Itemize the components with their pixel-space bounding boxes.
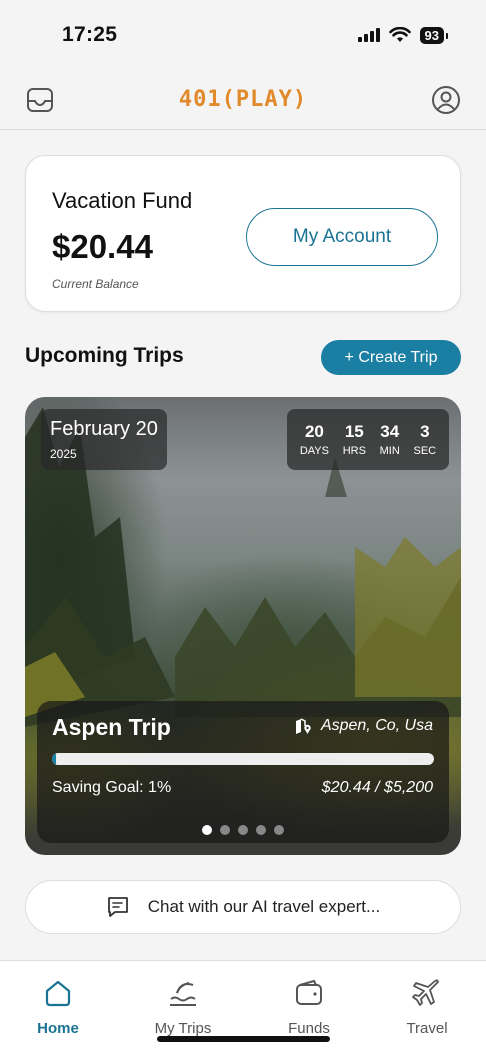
upcoming-trips-title: Upcoming Trips bbox=[25, 344, 184, 367]
tab-label: Home bbox=[37, 1020, 79, 1037]
tab-my-trips[interactable]: My Trips bbox=[133, 977, 233, 1037]
pagination-dot[interactable] bbox=[220, 825, 230, 835]
status-icons: 93 bbox=[357, 26, 449, 44]
airplane-icon bbox=[412, 979, 439, 1006]
tab-home[interactable]: Home bbox=[8, 977, 108, 1037]
fund-title: Vacation Fund bbox=[52, 188, 193, 213]
trip-location: Aspen, Co, Usa bbox=[295, 717, 433, 735]
trip-year: 2025 bbox=[50, 447, 77, 461]
countdown-value: 3 bbox=[420, 422, 430, 441]
pagination-dot[interactable] bbox=[274, 825, 284, 835]
saving-progress-bar bbox=[52, 753, 434, 765]
inbox-icon bbox=[27, 87, 53, 112]
wifi-icon bbox=[388, 27, 411, 42]
tab-label: Travel bbox=[406, 1020, 448, 1037]
saving-progress-fill bbox=[52, 753, 56, 765]
pagination-dot[interactable] bbox=[256, 825, 266, 835]
tab-label: Funds bbox=[288, 1020, 330, 1037]
wallet-icon bbox=[296, 979, 322, 1005]
battery-indicator: 93 bbox=[419, 26, 449, 44]
trip-name: Aspen Trip bbox=[52, 714, 171, 740]
app-logo[interactable]: 401(PLAY) bbox=[179, 87, 307, 112]
carousel-pagination bbox=[37, 825, 449, 835]
fund-balance-label: Current Balance bbox=[52, 277, 139, 291]
ai-chat-button[interactable]: Chat with our AI travel expert... bbox=[25, 880, 461, 934]
app-header: 401(PLAY) bbox=[0, 70, 486, 130]
tab-label: My Trips bbox=[154, 1020, 212, 1037]
countdown-hours: 15 HRS bbox=[343, 422, 366, 457]
countdown-unit: DAYS bbox=[299, 445, 329, 457]
map-pin-icon bbox=[295, 717, 311, 734]
beach-icon bbox=[170, 982, 196, 1006]
trip-date-badge: February 20 2025 bbox=[41, 409, 167, 470]
countdown-value: 20 bbox=[304, 422, 324, 441]
countdown-unit: SEC bbox=[413, 445, 437, 457]
trip-card[interactable]: February 20 2025 20 DAYS 15 HRS 34 MIN 3… bbox=[25, 397, 461, 855]
vacation-fund-card: Vacation Fund $20.44 Current Balance My … bbox=[25, 155, 461, 312]
profile-button[interactable] bbox=[431, 85, 461, 115]
countdown-value: 15 bbox=[344, 422, 364, 441]
trip-date: February 20 bbox=[50, 418, 158, 440]
countdown-unit: MIN bbox=[379, 445, 400, 457]
chat-bubble-icon bbox=[107, 897, 128, 917]
tab-funds[interactable]: Funds bbox=[259, 977, 359, 1037]
countdown-seconds: 3 SEC bbox=[414, 422, 437, 457]
countdown-value: 34 bbox=[380, 422, 400, 441]
saving-goal-label: Saving Goal: 1% bbox=[52, 779, 172, 796]
tab-travel[interactable]: Travel bbox=[377, 977, 477, 1037]
trip-info-panel: Aspen Trip Aspen, Co, Usa Saving Goal: 1… bbox=[37, 701, 449, 843]
home-indicator bbox=[157, 1036, 330, 1042]
countdown-days: 20 DAYS bbox=[300, 422, 329, 457]
status-bar: 17:25 93 bbox=[0, 0, 486, 70]
countdown-minutes: 34 MIN bbox=[380, 422, 400, 457]
pagination-dot[interactable] bbox=[202, 825, 212, 835]
countdown-unit: HRS bbox=[342, 445, 366, 457]
cellular-signal-icon bbox=[357, 28, 380, 42]
my-account-button[interactable]: My Account bbox=[246, 208, 438, 266]
user-icon bbox=[432, 85, 460, 114]
pagination-dot[interactable] bbox=[238, 825, 248, 835]
trip-location-text: Aspen, Co, Usa bbox=[320, 717, 433, 734]
chat-prompt: Chat with our AI travel expert... bbox=[147, 897, 381, 916]
status-time: 17:25 bbox=[62, 23, 118, 46]
saving-amount: $20.44 / $5,200 bbox=[321, 779, 433, 796]
create-trip-button[interactable]: + Create Trip bbox=[321, 340, 461, 375]
trip-countdown: 20 DAYS 15 HRS 34 MIN 3 SEC bbox=[287, 409, 449, 470]
home-icon bbox=[45, 980, 71, 1007]
inbox-button[interactable] bbox=[25, 85, 55, 115]
fund-balance: $20.44 bbox=[52, 228, 153, 265]
